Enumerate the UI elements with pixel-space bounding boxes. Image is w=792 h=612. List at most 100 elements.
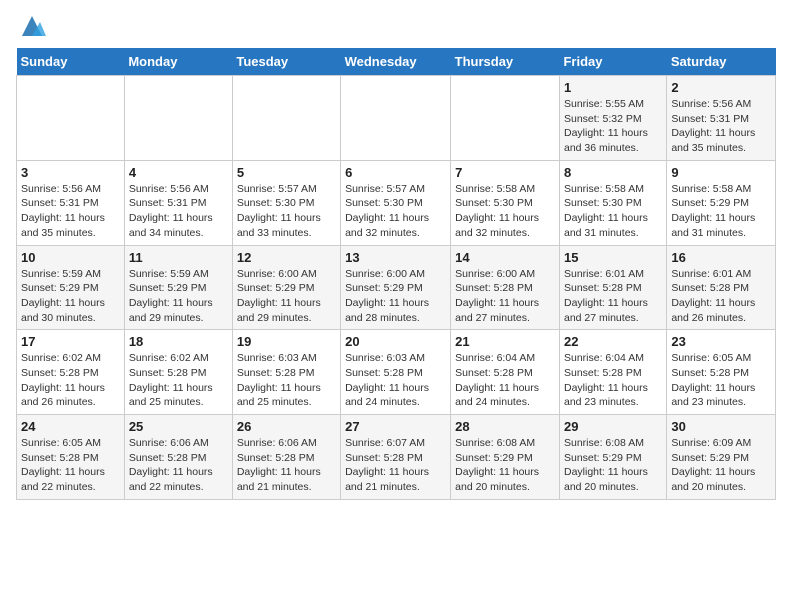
day-info: Sunrise: 6:08 AMSunset: 5:29 PMDaylight:… bbox=[564, 436, 662, 495]
calendar-week-4: 24 Sunrise: 6:05 AMSunset: 5:28 PMDayligh… bbox=[17, 415, 776, 500]
calendar-table: SundayMondayTuesdayWednesdayThursdayFrid… bbox=[16, 48, 776, 500]
calendar-cell: 4 Sunrise: 5:56 AMSunset: 5:31 PMDaylight… bbox=[124, 160, 232, 245]
day-number: 19 bbox=[237, 334, 336, 349]
calendar-cell: 24 Sunrise: 6:05 AMSunset: 5:28 PMDayligh… bbox=[17, 415, 125, 500]
calendar-cell: 7 Sunrise: 5:58 AMSunset: 5:30 PMDaylight… bbox=[451, 160, 560, 245]
day-number: 9 bbox=[671, 165, 771, 180]
day-info: Sunrise: 5:58 AMSunset: 5:30 PMDaylight:… bbox=[455, 182, 555, 241]
day-number: 8 bbox=[564, 165, 662, 180]
day-number: 15 bbox=[564, 250, 662, 265]
weekday-header-monday: Monday bbox=[124, 48, 232, 76]
day-info: Sunrise: 5:57 AMSunset: 5:30 PMDaylight:… bbox=[345, 182, 446, 241]
day-info: Sunrise: 6:01 AMSunset: 5:28 PMDaylight:… bbox=[671, 267, 771, 326]
calendar-cell: 26 Sunrise: 6:06 AMSunset: 5:28 PMDayligh… bbox=[232, 415, 340, 500]
day-info: Sunrise: 6:00 AMSunset: 5:29 PMDaylight:… bbox=[237, 267, 336, 326]
calendar-cell: 6Sunrise: 5:57 AMSunset: 5:30 PMDaylight… bbox=[341, 160, 451, 245]
day-number: 13 bbox=[345, 250, 446, 265]
calendar-cell: 21 Sunrise: 6:04 AMSunset: 5:28 PMDayligh… bbox=[451, 330, 560, 415]
calendar-cell: 15Sunrise: 6:01 AMSunset: 5:28 PMDayligh… bbox=[559, 245, 666, 330]
day-info: Sunrise: 5:58 AMSunset: 5:30 PMDaylight:… bbox=[564, 182, 662, 241]
weekday-header-sunday: Sunday bbox=[17, 48, 125, 76]
day-number: 14 bbox=[455, 250, 555, 265]
day-number: 10 bbox=[21, 250, 120, 265]
day-number: 16 bbox=[671, 250, 771, 265]
day-info: Sunrise: 6:03 AMSunset: 5:28 PMDaylight:… bbox=[237, 351, 336, 410]
day-info: Sunrise: 6:02 AMSunset: 5:28 PMDaylight:… bbox=[21, 351, 120, 410]
page-header bbox=[16, 16, 776, 40]
calendar-cell: 16 Sunrise: 6:01 AMSunset: 5:28 PMDayligh… bbox=[667, 245, 776, 330]
weekday-header-wednesday: Wednesday bbox=[341, 48, 451, 76]
day-info: Sunrise: 5:56 AMSunset: 5:31 PMDaylight:… bbox=[21, 182, 120, 241]
calendar-cell bbox=[232, 76, 340, 161]
calendar-cell: 3 Sunrise: 5:56 AMSunset: 5:31 PMDaylight… bbox=[17, 160, 125, 245]
calendar-week-1: 3 Sunrise: 5:56 AMSunset: 5:31 PMDaylight… bbox=[17, 160, 776, 245]
calendar-cell: 1Sunrise: 5:55 AMSunset: 5:32 PMDaylight… bbox=[559, 76, 666, 161]
logo-icon bbox=[18, 12, 46, 40]
day-number: 12 bbox=[237, 250, 336, 265]
day-number: 21 bbox=[455, 334, 555, 349]
day-info: Sunrise: 6:06 AMSunset: 5:28 PMDaylight:… bbox=[237, 436, 336, 495]
calendar-cell: 14Sunrise: 6:00 AMSunset: 5:28 PMDayligh… bbox=[451, 245, 560, 330]
day-info: Sunrise: 6:03 AMSunset: 5:28 PMDaylight:… bbox=[345, 351, 446, 410]
day-number: 4 bbox=[129, 165, 228, 180]
day-number: 20 bbox=[345, 334, 446, 349]
calendar-cell: 10 Sunrise: 5:59 AMSunset: 5:29 PMDayligh… bbox=[17, 245, 125, 330]
weekday-header-friday: Friday bbox=[559, 48, 666, 76]
day-number: 2 bbox=[671, 80, 771, 95]
calendar-cell: 22Sunrise: 6:04 AMSunset: 5:28 PMDayligh… bbox=[559, 330, 666, 415]
calendar-week-0: 1Sunrise: 5:55 AMSunset: 5:32 PMDaylight… bbox=[17, 76, 776, 161]
day-number: 17 bbox=[21, 334, 120, 349]
calendar-cell: 8 Sunrise: 5:58 AMSunset: 5:30 PMDaylight… bbox=[559, 160, 666, 245]
day-info: Sunrise: 5:59 AMSunset: 5:29 PMDaylight:… bbox=[129, 267, 228, 326]
calendar-cell: 28 Sunrise: 6:08 AMSunset: 5:29 PMDayligh… bbox=[451, 415, 560, 500]
calendar-cell: 12 Sunrise: 6:00 AMSunset: 5:29 PMDayligh… bbox=[232, 245, 340, 330]
calendar-cell bbox=[124, 76, 232, 161]
day-info: Sunrise: 6:07 AMSunset: 5:28 PMDaylight:… bbox=[345, 436, 446, 495]
day-number: 24 bbox=[21, 419, 120, 434]
day-info: Sunrise: 5:59 AMSunset: 5:29 PMDaylight:… bbox=[21, 267, 120, 326]
day-number: 28 bbox=[455, 419, 555, 434]
day-info: Sunrise: 5:58 AMSunset: 5:29 PMDaylight:… bbox=[671, 182, 771, 241]
weekday-header-saturday: Saturday bbox=[667, 48, 776, 76]
day-info: Sunrise: 5:57 AMSunset: 5:30 PMDaylight:… bbox=[237, 182, 336, 241]
day-number: 11 bbox=[129, 250, 228, 265]
calendar-cell: 20 Sunrise: 6:03 AMSunset: 5:28 PMDayligh… bbox=[341, 330, 451, 415]
calendar-cell: 25 Sunrise: 6:06 AMSunset: 5:28 PMDayligh… bbox=[124, 415, 232, 500]
day-number: 25 bbox=[129, 419, 228, 434]
day-number: 5 bbox=[237, 165, 336, 180]
calendar-cell: 27Sunrise: 6:07 AMSunset: 5:28 PMDayligh… bbox=[341, 415, 451, 500]
weekday-header-tuesday: Tuesday bbox=[232, 48, 340, 76]
day-info: Sunrise: 5:56 AMSunset: 5:31 PMDaylight:… bbox=[671, 97, 771, 156]
calendar-cell bbox=[451, 76, 560, 161]
day-number: 29 bbox=[564, 419, 662, 434]
calendar-cell: 23 Sunrise: 6:05 AMSunset: 5:28 PMDayligh… bbox=[667, 330, 776, 415]
day-info: Sunrise: 6:06 AMSunset: 5:28 PMDaylight:… bbox=[129, 436, 228, 495]
day-number: 18 bbox=[129, 334, 228, 349]
calendar-cell: 2 Sunrise: 5:56 AMSunset: 5:31 PMDaylight… bbox=[667, 76, 776, 161]
day-info: Sunrise: 6:04 AMSunset: 5:28 PMDaylight:… bbox=[564, 351, 662, 410]
day-info: Sunrise: 6:08 AMSunset: 5:29 PMDaylight:… bbox=[455, 436, 555, 495]
calendar-cell: 13 Sunrise: 6:00 AMSunset: 5:29 PMDayligh… bbox=[341, 245, 451, 330]
day-number: 30 bbox=[671, 419, 771, 434]
day-info: Sunrise: 6:04 AMSunset: 5:28 PMDaylight:… bbox=[455, 351, 555, 410]
day-number: 3 bbox=[21, 165, 120, 180]
calendar-cell: 9 Sunrise: 5:58 AMSunset: 5:29 PMDaylight… bbox=[667, 160, 776, 245]
calendar-cell: 29 Sunrise: 6:08 AMSunset: 5:29 PMDayligh… bbox=[559, 415, 666, 500]
calendar-cell: 19 Sunrise: 6:03 AMSunset: 5:28 PMDayligh… bbox=[232, 330, 340, 415]
calendar-cell bbox=[17, 76, 125, 161]
day-info: Sunrise: 6:05 AMSunset: 5:28 PMDaylight:… bbox=[21, 436, 120, 495]
calendar-cell: 11 Sunrise: 5:59 AMSunset: 5:29 PMDayligh… bbox=[124, 245, 232, 330]
day-number: 23 bbox=[671, 334, 771, 349]
calendar-cell bbox=[341, 76, 451, 161]
day-info: Sunrise: 6:02 AMSunset: 5:28 PMDaylight:… bbox=[129, 351, 228, 410]
calendar-week-2: 10 Sunrise: 5:59 AMSunset: 5:29 PMDayligh… bbox=[17, 245, 776, 330]
day-info: Sunrise: 6:00 AMSunset: 5:29 PMDaylight:… bbox=[345, 267, 446, 326]
day-info: Sunrise: 5:56 AMSunset: 5:31 PMDaylight:… bbox=[129, 182, 228, 241]
calendar-cell: 17 Sunrise: 6:02 AMSunset: 5:28 PMDayligh… bbox=[17, 330, 125, 415]
calendar-week-3: 17 Sunrise: 6:02 AMSunset: 5:28 PMDayligh… bbox=[17, 330, 776, 415]
day-number: 26 bbox=[237, 419, 336, 434]
day-number: 7 bbox=[455, 165, 555, 180]
weekday-header-thursday: Thursday bbox=[451, 48, 560, 76]
calendar-cell: 5 Sunrise: 5:57 AMSunset: 5:30 PMDaylight… bbox=[232, 160, 340, 245]
day-info: Sunrise: 6:05 AMSunset: 5:28 PMDaylight:… bbox=[671, 351, 771, 410]
